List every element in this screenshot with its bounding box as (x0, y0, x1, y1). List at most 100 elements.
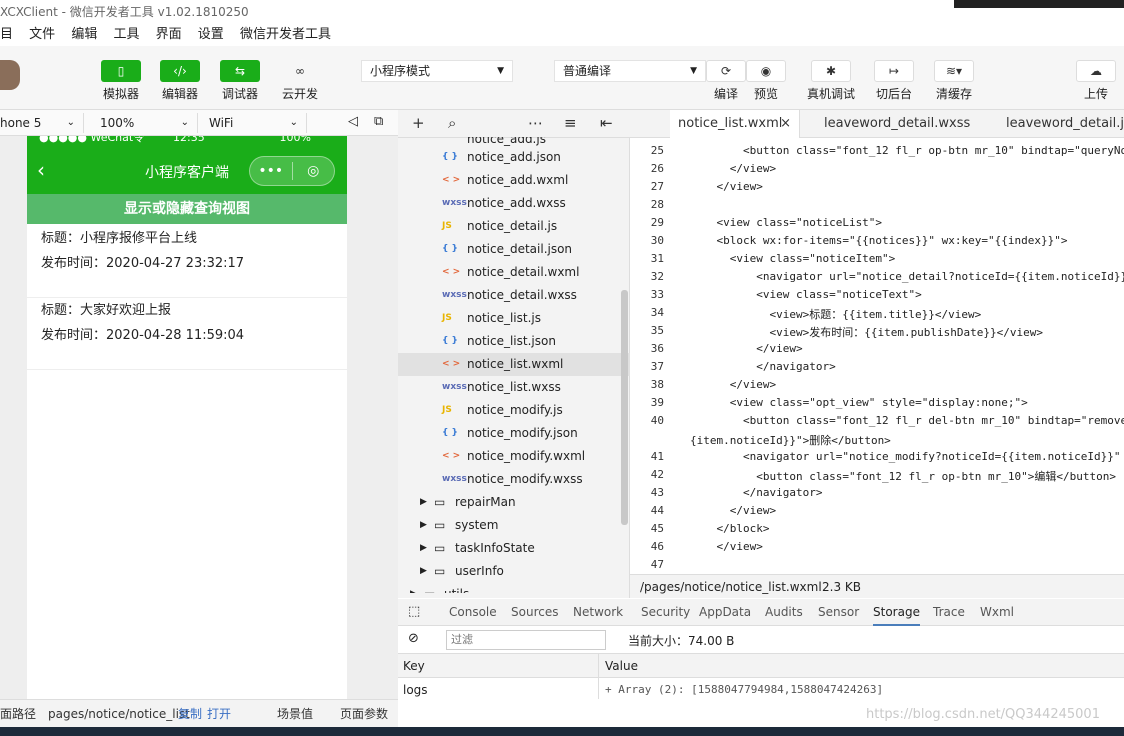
zoom-select[interactable]: 100% ⌄ (94, 113, 198, 133)
more-dots-icon[interactable]: ••• (250, 163, 292, 179)
scene-value-button[interactable]: 场景值 (277, 700, 313, 728)
collapse-icon[interactable]: ⇤ (600, 114, 613, 132)
file-item[interactable]: { } notice_detail.json (398, 238, 630, 261)
menu-item-tools[interactable]: 工具 (113, 27, 139, 42)
close-circle-icon[interactable]: ◎ (293, 163, 335, 179)
open-link[interactable]: 打开 (207, 700, 231, 728)
folder-item[interactable]: ▶ ▭ repairMan (398, 491, 630, 514)
simulator-button[interactable]: ▯ 模拟器 (101, 60, 141, 102)
add-file-icon[interactable]: + (412, 114, 425, 132)
file-name: notice_add.json (467, 150, 561, 164)
file-item[interactable]: { } notice_modify.json (398, 422, 630, 445)
file-item[interactable]: { } notice_add.json (398, 146, 630, 169)
folder-item[interactable]: ▶ ▭ system (398, 514, 630, 537)
devtools-tab-console[interactable]: Console (449, 599, 497, 626)
line-number: 27 (650, 180, 664, 193)
avatar[interactable] (0, 60, 20, 90)
upload-button[interactable]: ☁ 上传 (1076, 60, 1116, 102)
menu-item-wechat-devtools[interactable]: 微信开发者工具 (240, 27, 331, 42)
expand-arrow-icon[interactable]: ▶ (420, 560, 427, 583)
file-item[interactable]: < > notice_detail.wxml (398, 261, 630, 284)
file-item[interactable]: wxss notice_modify.wxss (398, 468, 630, 491)
notice-list-item[interactable]: 标题：大家好欢迎上报 发布时间：2020-04-28 11:59:04 (27, 298, 347, 370)
code-line: <view>标题：{{item.title}}</view> (690, 308, 982, 321)
notice-title: 标题：小程序报修平台上线 (41, 231, 198, 246)
line-number: 34 (650, 306, 664, 319)
file-name: notice_detail.json (467, 242, 573, 256)
devtools-tab-wxml[interactable]: Wxml (980, 599, 1014, 626)
background-button[interactable]: ↦ 切后台 (874, 60, 914, 102)
inspect-icon[interactable]: ⬚ (408, 604, 420, 619)
code-line: <navigator url="notice_detail?noticeId={… (690, 270, 1124, 283)
tab-leaveword-detail-json[interactable]: leaveword_detail.json (998, 110, 1124, 138)
more-icon[interactable]: ⋯ (528, 114, 543, 132)
expand-arrow-icon[interactable]: ▶ (420, 514, 427, 537)
toggle-query-view-button[interactable]: 显示或隐藏查询视图 (27, 194, 347, 224)
file-item[interactable]: wxss notice_add.wxss (398, 192, 630, 215)
copy-link[interactable]: 复制 (178, 700, 202, 728)
devtools-tab-network[interactable]: Network (573, 599, 623, 626)
line-number: 40 (650, 414, 664, 427)
file-item[interactable]: < > notice_modify.wxml (398, 445, 630, 468)
devtools-tab-sources[interactable]: Sources (511, 599, 558, 626)
file-item[interactable]: JS notice_detail.js (398, 215, 630, 238)
file-item[interactable]: JS notice_list.js (398, 307, 630, 330)
menu-item-view[interactable]: 界面 (156, 27, 182, 42)
search-icon[interactable]: ⌕ (448, 114, 456, 132)
file-item[interactable]: < > notice_list.wxml (398, 353, 630, 376)
debug-icon: ⇆ (220, 60, 260, 82)
devtools-tab-security[interactable]: Security (641, 599, 690, 626)
menu-item-edit[interactable]: 编辑 (71, 27, 97, 42)
filter-input[interactable] (446, 630, 606, 650)
close-icon[interactable]: × (780, 110, 791, 138)
wxml-file-icon: < > (442, 175, 461, 185)
folder-item[interactable]: ▶ ▭ taskInfoState (398, 537, 630, 560)
remote-debug-button[interactable]: ✱ 真机调试 (805, 60, 857, 102)
capsule-menu: ••• ◎ (249, 156, 335, 186)
devtools-tab-appdata[interactable]: AppData (699, 599, 751, 626)
menu-item-settings[interactable]: 设置 (198, 27, 224, 42)
mode-select[interactable]: 小程序模式 ▼ (361, 60, 513, 82)
detach-window-icon[interactable]: ⧉ (374, 114, 383, 129)
devtools-tab-audits[interactable]: Audits (765, 599, 803, 626)
network-select[interactable]: WiFi ⌄ (203, 113, 307, 133)
storage-table-row[interactable]: logs + Array (2): [1588047794984,1588047… (398, 678, 1124, 699)
compile-button[interactable]: ⟳ 编译 (706, 60, 746, 102)
folder-item[interactable]: ▶ ▭ userInfo (398, 560, 630, 583)
expand-arrow-icon[interactable]: ▶ (420, 537, 427, 560)
cloud-dev-button[interactable]: ∞ 云开发 (280, 60, 320, 102)
file-tree-scrollbar[interactable] (621, 290, 628, 525)
devtools-tab-sensor[interactable]: Sensor (818, 599, 859, 626)
devtools-tab-storage[interactable]: Storage (873, 599, 920, 626)
devtools-tab-trace[interactable]: Trace (933, 599, 965, 626)
expand-arrow-icon[interactable]: ▶ (420, 491, 427, 514)
page-params-button[interactable]: 页面参数 (340, 700, 388, 728)
code-line: <button class="font_12 fl_r op-btn mr_10… (690, 144, 1124, 157)
clear-icon[interactable]: ⊘ (408, 631, 419, 646)
file-item[interactable]: { } notice_list.json (398, 330, 630, 353)
debugger-button[interactable]: ⇆ 调试器 (220, 60, 260, 102)
file-item[interactable]: JS notice_modify.js (398, 399, 630, 422)
device-select[interactable]: hone 5 ⌄ (0, 113, 84, 133)
expand-arrow-icon[interactable]: ▶ (410, 583, 417, 593)
compile-mode-select[interactable]: 普通编译 ▼ (554, 60, 706, 82)
refresh-icon: ⟳ (706, 60, 746, 82)
notice-list-item[interactable]: 标题：小程序报修平台上线 发布时间：2020-04-27 23:32:17 (27, 226, 347, 298)
folder-item[interactable]: ▶ ▭utils (398, 583, 630, 593)
chevron-down-icon: ⌄ (66, 117, 75, 128)
tab-leaveword-detail-wxss[interactable]: leaveword_detail.wxss (816, 110, 978, 138)
notice-date: 发布时间：2020-04-28 11:59:04 (41, 328, 245, 343)
mute-icon[interactable]: ◁ (348, 114, 358, 129)
line-number: 41 (650, 450, 664, 463)
notice-date: 发布时间：2020-04-27 23:32:17 (41, 256, 245, 271)
menu-item-file[interactable]: 文件 (29, 27, 55, 42)
tab-notice-list-wxml[interactable]: notice_list.wxml × (670, 110, 800, 138)
file-item[interactable]: < > notice_add.wxml (398, 169, 630, 192)
file-item[interactable]: wxss notice_detail.wxss (398, 284, 630, 307)
file-item[interactable]: wxss notice_list.wxss (398, 376, 630, 399)
sort-icon[interactable]: ≡ (564, 114, 577, 132)
menu-item-partial[interactable]: 目 (0, 27, 13, 42)
editor-button[interactable]: ‹/› 编辑器 (160, 60, 200, 102)
clear-cache-button[interactable]: ≋▾ 清缓存 (934, 60, 974, 102)
preview-button[interactable]: ◉ 预览 (746, 60, 786, 102)
